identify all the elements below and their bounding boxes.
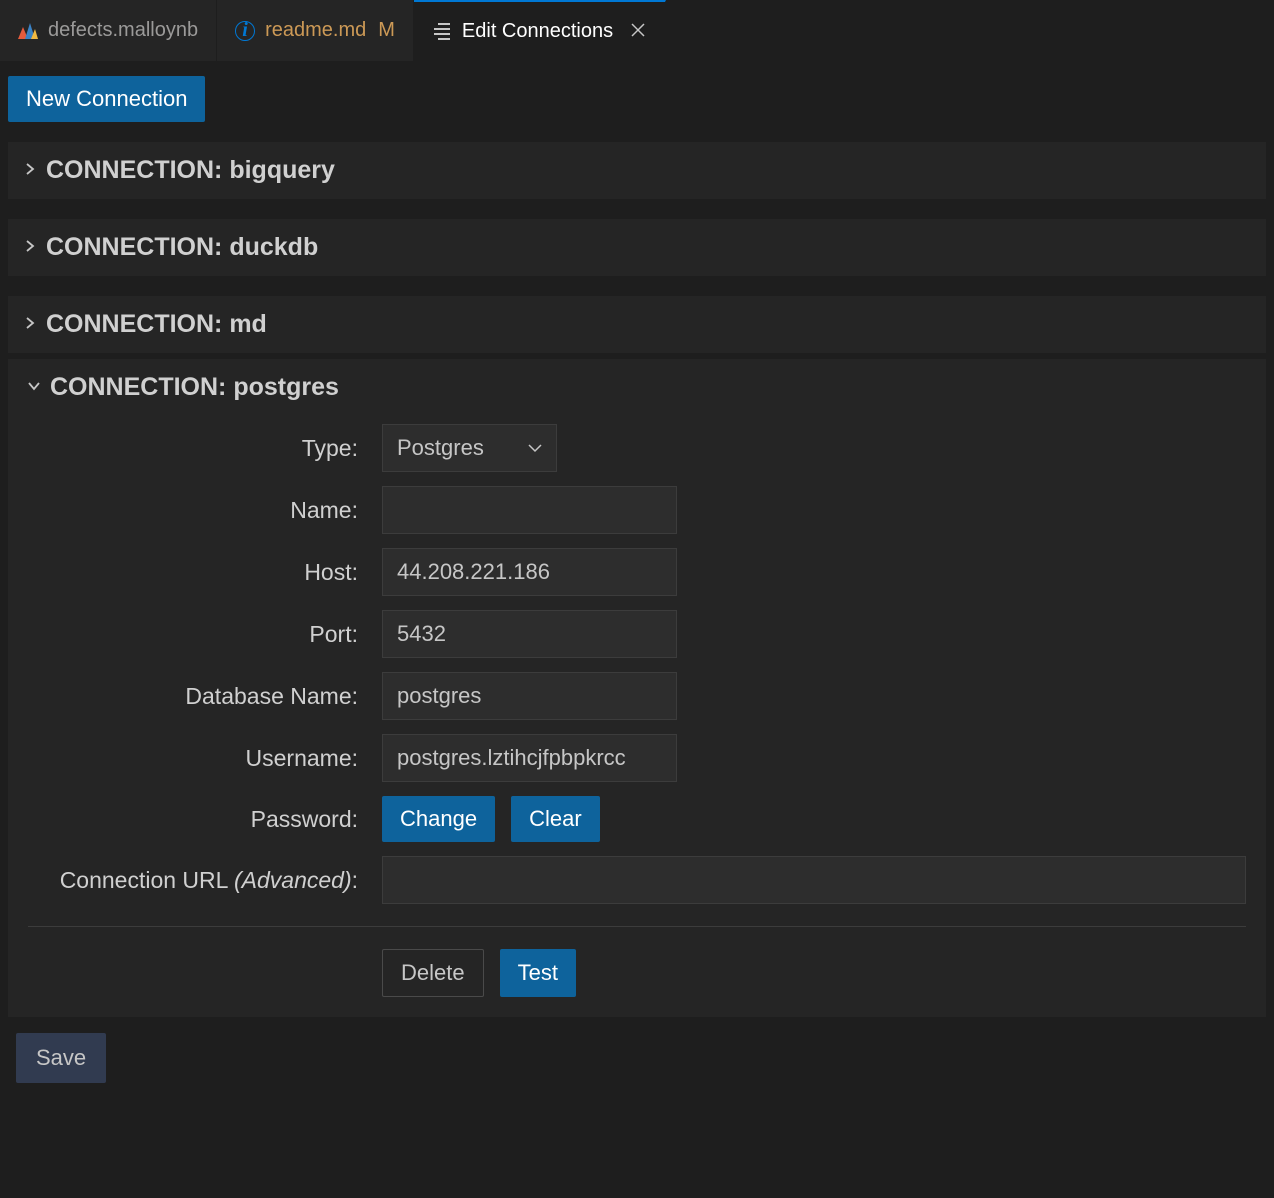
- save-button[interactable]: Save: [16, 1033, 106, 1083]
- host-input[interactable]: [382, 548, 677, 596]
- malloy-icon: [18, 21, 38, 41]
- type-label: Type:: [28, 435, 358, 462]
- username-label: Username:: [28, 745, 358, 772]
- connection-header-duckdb[interactable]: CONNECTION: duckdb: [8, 219, 1266, 276]
- dbname-label: Database Name:: [28, 683, 358, 710]
- name-input[interactable]: [382, 486, 677, 534]
- type-value: Postgres: [397, 435, 484, 461]
- password-clear-button[interactable]: Clear: [511, 796, 600, 842]
- connection-title: CONNECTION: postgres: [50, 373, 339, 402]
- chevron-right-icon: [24, 316, 36, 334]
- tab-label: readme.md: [265, 19, 366, 42]
- connection-postgres: CONNECTION: postgres Type: Postgres Name…: [8, 359, 1266, 1017]
- close-icon[interactable]: [629, 19, 647, 45]
- connection-title: CONNECTION: bigquery: [46, 156, 335, 185]
- tab-defects-malloynb[interactable]: defects.malloynb: [0, 0, 217, 61]
- tab-label: defects.malloynb: [48, 19, 198, 42]
- name-label: Name:: [28, 497, 358, 524]
- connurl-label: Connection URL (Advanced):: [28, 867, 358, 894]
- connurl-input[interactable]: [382, 856, 1246, 904]
- username-input[interactable]: [382, 734, 677, 782]
- connection-header-postgres[interactable]: CONNECTION: postgres: [28, 369, 1246, 410]
- tab-label: Edit Connections: [462, 20, 613, 43]
- connection-title: CONNECTION: duckdb: [46, 233, 318, 262]
- host-label: Host:: [28, 559, 358, 586]
- new-connection-button[interactable]: New Connection: [8, 76, 205, 122]
- list-icon: [432, 22, 452, 42]
- port-label: Port:: [28, 621, 358, 648]
- connection-title: CONNECTION: md: [46, 310, 267, 339]
- connection-header-md[interactable]: CONNECTION: md: [8, 296, 1266, 353]
- tab-edit-connections[interactable]: Edit Connections: [414, 0, 666, 61]
- delete-button[interactable]: Delete: [382, 949, 484, 997]
- chevron-right-icon: [24, 239, 36, 257]
- chevron-right-icon: [24, 162, 36, 180]
- editor-tabs: defects.malloynb i readme.md M Edit Conn…: [0, 0, 1274, 62]
- tab-readme-md[interactable]: i readme.md M: [217, 0, 414, 61]
- chevron-down-icon: [28, 379, 40, 397]
- modified-indicator: M: [378, 19, 395, 42]
- type-select[interactable]: Postgres: [382, 424, 557, 472]
- connections-panel: New Connection CONNECTION: bigquery CONN…: [0, 62, 1274, 1091]
- password-label: Password:: [28, 806, 358, 833]
- port-input[interactable]: [382, 610, 677, 658]
- chevron-down-icon: [528, 440, 542, 456]
- info-icon: i: [235, 21, 255, 41]
- connection-header-bigquery[interactable]: CONNECTION: bigquery: [8, 142, 1266, 199]
- test-button[interactable]: Test: [500, 949, 576, 997]
- dbname-input[interactable]: [382, 672, 677, 720]
- password-change-button[interactable]: Change: [382, 796, 495, 842]
